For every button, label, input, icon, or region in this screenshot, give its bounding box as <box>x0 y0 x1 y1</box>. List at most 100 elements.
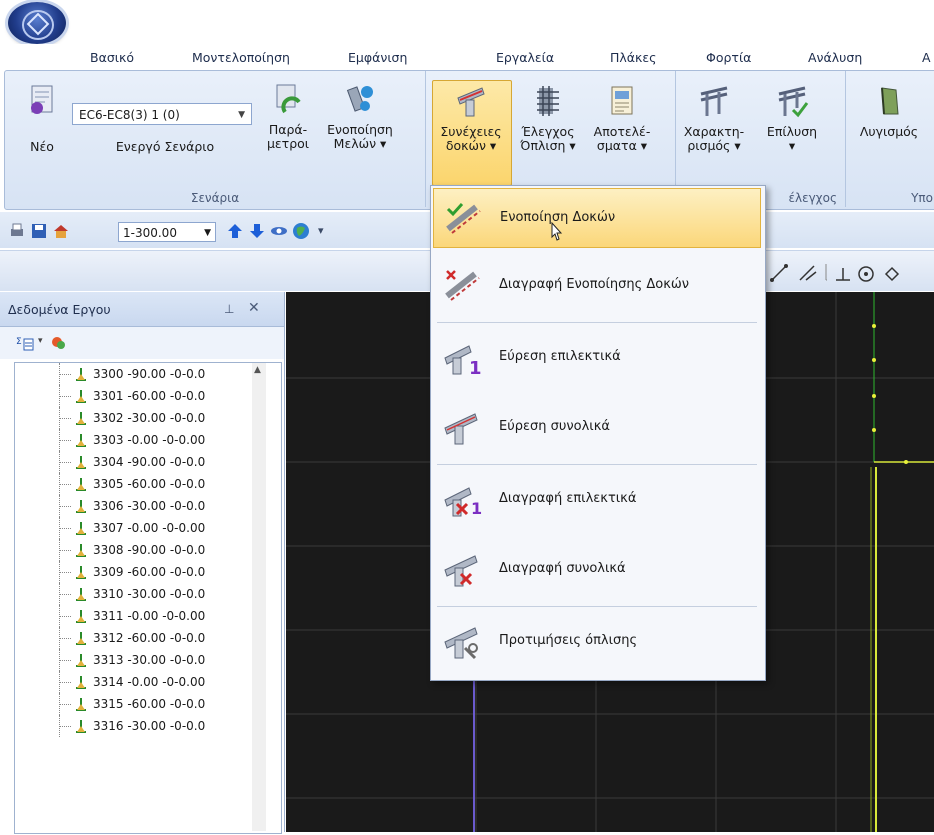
tree-row[interactable]: 3305 -60.00 -0-0.0 <box>15 473 255 495</box>
new-scenario-button[interactable] <box>20 82 66 123</box>
menu-item-merge-beams[interactable]: Ενοποίηση Δοκών <box>433 188 761 248</box>
svg-text:1: 1 <box>469 358 482 376</box>
merge-beams-icon <box>446 202 481 234</box>
reinforcement-check-label-1: Έλεγχος <box>521 124 575 139</box>
tree-row-label: 3302 -30.00 -0-0.0 <box>93 411 206 425</box>
refresh-icon[interactable] <box>50 334 68 352</box>
merge-members-label-2-text: Μελών <box>333 136 377 151</box>
tree-row[interactable]: 3316 -30.00 -0-0.0 <box>15 715 255 737</box>
scenario-select[interactable]: EC6-EC8(3) 1 (0) ▼ <box>72 103 252 125</box>
tab-view[interactable]: Εμφάνιση <box>348 50 407 65</box>
parameters-button[interactable]: Παρά- μετροι <box>258 82 318 151</box>
arrow-up-icon[interactable] <box>226 222 244 240</box>
project-tree[interactable]: 3300 -90.00 -0-0.0 3301 -60.00 -0-0.0 33… <box>14 362 282 834</box>
results-button[interactable]: Αποτελέ- σματα ▾ <box>586 84 658 153</box>
tree-row[interactable]: 3312 -60.00 -0-0.0 <box>15 627 255 649</box>
customize-toolbar-icon[interactable]: ▾ <box>318 224 324 237</box>
menu-item-label: Διαγραφή συνολικά <box>499 561 626 576</box>
building-icon[interactable] <box>52 222 70 240</box>
tree-row[interactable]: 3302 -30.00 -0-0.0 <box>15 407 255 429</box>
tab-analysis[interactable]: Ανάλυση <box>808 50 862 65</box>
solve-icon <box>778 86 809 118</box>
characterization-icon <box>700 86 728 116</box>
tree-row[interactable]: 3303 -0.00 -0-0.00 <box>15 429 255 451</box>
tab-tools[interactable]: Εργαλεία <box>496 50 554 65</box>
tree-row[interactable]: 3315 -60.00 -0-0.0 <box>15 693 255 715</box>
tree-row[interactable]: 3313 -30.00 -0-0.0 <box>15 649 255 671</box>
tree-row[interactable]: 3309 -60.00 -0-0.0 <box>15 561 255 583</box>
close-icon[interactable]: ✕ <box>248 300 260 316</box>
beam-continuity-button[interactable]: Συνέχειες δοκών ▾ <box>432 84 510 153</box>
scenario-select-value: EC6-EC8(3) 1 (0) <box>79 108 180 122</box>
level-select[interactable]: 1-300.00 ▼ <box>118 222 216 242</box>
buckling-label: Λυγισμός <box>859 124 919 139</box>
menu-item-find-selective[interactable]: 1 Εύρεση επιλεκτικά <box>433 328 761 388</box>
tree-row-label: 3310 -30.00 -0-0.0 <box>93 587 206 601</box>
reinforcement-check-button[interactable]: Έλεγχος Όπλιση ▾ <box>514 84 582 153</box>
globe-icon[interactable] <box>292 222 310 240</box>
node-icon <box>76 566 86 579</box>
node-icon <box>76 698 86 711</box>
delete-merge-icon <box>445 270 480 301</box>
active-scenario-label: Ενεργό Σενάριο <box>115 139 215 154</box>
buckling-button[interactable]: Λυγισμός <box>846 84 932 139</box>
beam-continuity-label-1: Συνέχειες <box>440 124 502 139</box>
tree-row[interactable]: 3300 -90.00 -0-0.0 <box>15 363 255 385</box>
menu-item-delete-total[interactable]: Διαγραφή συνολικά <box>433 540 761 600</box>
print-icon[interactable] <box>8 222 26 240</box>
node-icon <box>76 434 86 447</box>
tree-row[interactable]: 3301 -60.00 -0-0.0 <box>15 385 255 407</box>
pin-icon[interactable]: ⊥ <box>224 302 234 316</box>
arrow-down-icon[interactable] <box>248 222 266 240</box>
solve-dropdown-arrow: ▾ <box>788 138 796 153</box>
eye-icon[interactable] <box>270 222 288 240</box>
characterization-label-2: ρισμός ▾ <box>687 138 741 153</box>
mouse-pointer-icon <box>551 222 563 241</box>
tree-row-label: 3315 -60.00 -0-0.0 <box>93 697 206 711</box>
menu-item-delete-selective[interactable]: 1 Διαγραφή επιλεκτικά <box>433 470 761 530</box>
tree-row[interactable]: 3308 -90.00 -0-0.0 <box>15 539 255 561</box>
node-icon <box>76 610 86 623</box>
node-icon <box>76 478 86 491</box>
merge-members-label-2: Μελών ▾ <box>333 136 387 151</box>
parameters-label-1: Παρά- <box>268 122 308 137</box>
level-select-value: 1-300.00 <box>123 226 177 240</box>
tab-modeling[interactable]: Μοντελοποίηση <box>192 50 290 65</box>
tree-row[interactable]: 3304 -90.00 -0-0.0 <box>15 451 255 473</box>
tree-row[interactable]: 3314 -0.00 -0-0.00 <box>15 671 255 693</box>
tree-scrollbar[interactable]: ▲ <box>252 363 266 831</box>
merge-members-button[interactable]: Ενοποίηση Μελών ▾ <box>322 82 398 151</box>
tab-loads[interactable]: Φορτία <box>706 50 751 65</box>
application-menu-orb[interactable] <box>8 2 66 44</box>
menu-item-reinforcement-preferences[interactable]: Προτιμήσεις όπλισης <box>433 612 761 672</box>
node-icon <box>76 456 86 469</box>
menu-item-label: Διαγραφή επιλεκτικά <box>499 491 637 506</box>
sort-icon[interactable]: Σ <box>16 334 38 352</box>
beam-continuity-label-2: δοκών ▾ <box>445 138 497 153</box>
tree-row[interactable]: 3310 -30.00 -0-0.0 <box>15 583 255 605</box>
find-total-icon <box>444 413 478 445</box>
menu-separator <box>437 606 757 607</box>
solve-button[interactable]: Επίλυση ▾ <box>760 84 824 153</box>
tree-row-label: 3300 -90.00 -0-0.0 <box>93 367 206 381</box>
parameters-icon <box>276 84 301 114</box>
menu-item-find-total[interactable]: Εύρεση συνολικά <box>433 398 761 458</box>
tree-row[interactable]: 3311 -0.00 -0-0.00 <box>15 605 255 627</box>
delete-selective-icon: 1 <box>444 487 482 518</box>
results-label-2-text: σματα <box>596 138 637 153</box>
tab-more[interactable]: Α <box>922 50 931 65</box>
tab-slabs[interactable]: Πλάκες <box>610 50 657 65</box>
tree-row[interactable]: 3307 -0.00 -0-0.00 <box>15 517 255 539</box>
menu-item-label: Εύρεση επιλεκτικά <box>499 349 621 364</box>
menu-item-delete-merge[interactable]: Διαγραφή Ενοποίησης Δοκών <box>433 256 761 316</box>
snap-tools[interactable] <box>766 260 934 284</box>
characterization-button[interactable]: Χαρακτη- ρισμός ▾ <box>678 84 750 153</box>
tree-row-label: 3305 -60.00 -0-0.0 <box>93 477 206 491</box>
tab-basic[interactable]: Βασικό <box>90 50 134 65</box>
tree-row[interactable]: 3306 -30.00 -0-0.0 <box>15 495 255 517</box>
scroll-up-icon[interactable]: ▲ <box>254 365 261 375</box>
chevron-down-icon[interactable]: ▾ <box>38 336 43 346</box>
merge-members-icon <box>346 86 373 112</box>
new-document-icon <box>31 85 53 114</box>
save-icon[interactable] <box>30 222 48 240</box>
